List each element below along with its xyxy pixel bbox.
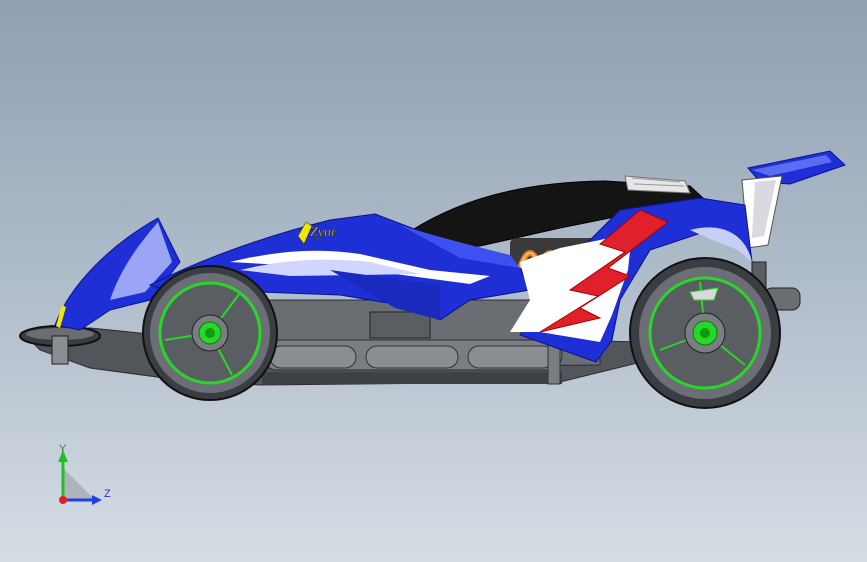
z-axis-label: Z bbox=[104, 488, 111, 500]
body-logo-decal: Zyur bbox=[310, 225, 337, 240]
car-model-graphics[interactable]: Zyur Y Z bbox=[0, 0, 867, 562]
orientation-triad[interactable]: Y Z bbox=[58, 443, 111, 505]
y-axis-label: Y bbox=[59, 443, 67, 455]
cad-viewport[interactable]: Zyur Y Z bbox=[0, 0, 867, 562]
rear-wheel bbox=[629, 257, 781, 409]
x-axis-point bbox=[59, 496, 67, 504]
rear-wing bbox=[741, 150, 846, 249]
front-wheel bbox=[142, 265, 278, 401]
